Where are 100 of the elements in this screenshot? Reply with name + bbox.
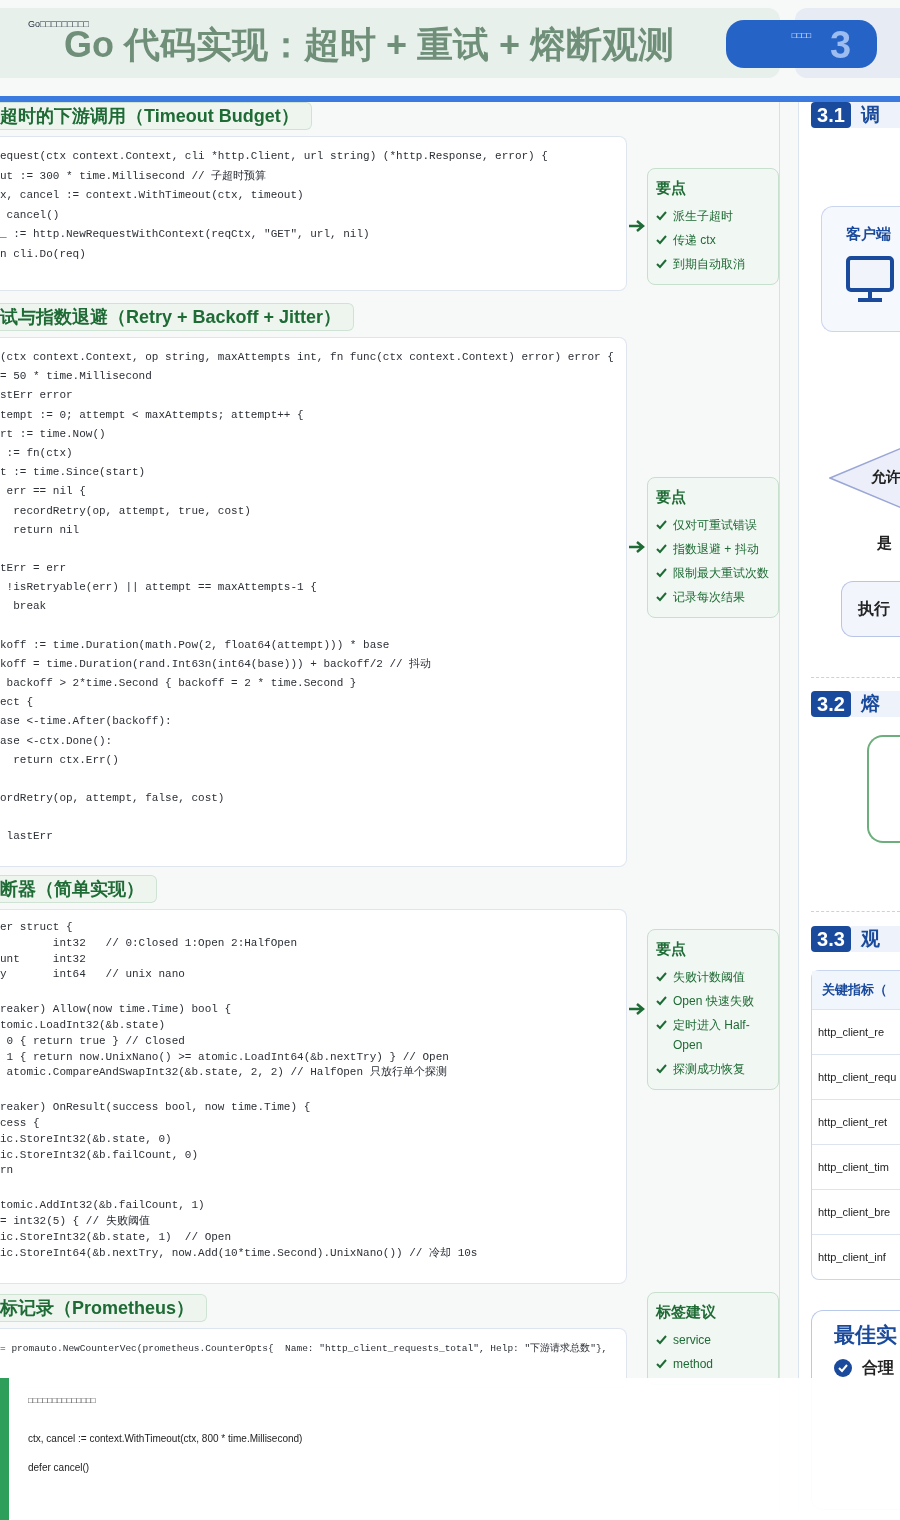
- code-line: err == nil {: [5, 484, 87, 500]
- note-item: 指数退避 + 抖动: [673, 540, 759, 558]
- code-line: reaker) OnResult(success bool, now time.Time) {: [0, 1100, 312, 1116]
- code-line: ic.StoreInt64(&b.nextTry, now.Add(10*time.Second).UnixNano()) // 冷却 10s: [0, 1245, 479, 1261]
- code-line: !isRetryable(err) || attempt == maxAttempts-1 {: [5, 580, 318, 596]
- section-number: 3.3: [811, 925, 851, 952]
- note-item: Open 快速失败: [673, 992, 754, 1010]
- check-icon: [656, 970, 667, 982]
- code-line: = promauto.NewCounterVec(prometheus.CounterOpts{ Name: "http_client_requests_total", Help: "下游请求总数"},: [0, 1342, 609, 1356]
- branch-label: 是: [877, 533, 893, 553]
- metric-name: http_client_requ: [812, 1053, 900, 1099]
- code-line: lastErr: [5, 829, 54, 845]
- check-icon: [656, 590, 667, 602]
- note-item: 到期自动取消: [673, 255, 745, 273]
- code-line: 0 { return true } // Closed: [5, 1033, 186, 1049]
- notes-title: 要点: [656, 487, 687, 507]
- note-item: 失败计数阈值: [673, 968, 745, 986]
- metric-name: http_client_re: [812, 1008, 900, 1054]
- code-line: rn: [0, 1163, 15, 1179]
- table-header: 关键指标（: [812, 970, 900, 1009]
- code-line: ut := 300 * time.Millisecond // 子超时预算: [0, 168, 268, 184]
- arrow-icon: [628, 219, 646, 234]
- code-line: cancel(): [5, 207, 61, 223]
- section-heading: 断器（简单实现）: [0, 875, 157, 903]
- caption-text: Go□□□□□□□□□: [28, 18, 89, 31]
- code-line: tomic.AddInt32(&b.failCount, 1): [0, 1198, 206, 1214]
- code-line: koff := time.Duration(math.Pow(2, float64(attempt))) * base: [0, 637, 391, 653]
- code-line: koff = time.Duration(rand.Int63n(int64(base))) + backoff/2 // 抖动: [0, 656, 433, 672]
- code-line: ic.StoreInt32(&b.state, 0): [0, 1131, 173, 1147]
- note-item: 传递 ctx: [673, 231, 716, 249]
- code-line: = 50 * time.Millisecond: [0, 369, 153, 385]
- code-line: (ctx context.Context, op string, maxAttempts int, fn func(ctx context.Context) error) error {: [0, 350, 615, 365]
- metric-name: http_client_ret: [812, 1098, 900, 1144]
- code-line: equest(ctx context.Context, cli *http.Client, url string) (*http.Response, error) {: [0, 149, 549, 164]
- practice-item: 合理: [862, 1358, 894, 1378]
- check-icon: [656, 257, 667, 269]
- section-number: 3.1: [811, 102, 851, 128]
- metric-name: http_client_tim: [812, 1143, 900, 1189]
- arrow-icon: [628, 1002, 646, 1017]
- section-title: 调: [851, 102, 900, 128]
- code-line: ect {: [0, 695, 34, 711]
- code-line: _ := http.NewRequestWithContext(reqCtx, "GET", url, nil): [0, 227, 371, 242]
- section-number: 3: [830, 23, 852, 68]
- code-line: rt := time.Now(): [0, 426, 107, 442]
- check-icon: [656, 1018, 667, 1030]
- check-icon: [656, 233, 667, 245]
- code-line: return nil: [12, 522, 81, 538]
- section-title: 观: [851, 925, 900, 952]
- notes-title: 标签建议: [656, 1302, 717, 1322]
- code-line: break: [12, 599, 48, 615]
- code-line: 1 { return now.UnixNano() >= atomic.LoadInt64(&b.nextTry) } // Open: [5, 1049, 450, 1065]
- code-line: ordRetry(op, attempt, false, cost): [0, 791, 226, 807]
- code-line: defer cancel(): [28, 1461, 91, 1475]
- overlay-heading: □□□□□□□□□□□□□□: [28, 1395, 97, 1407]
- section-heading: 超时的下游调用（Timeout Budget）: [0, 102, 312, 130]
- note-item: 定时进入 Half-Open: [673, 1016, 751, 1054]
- code-line: reaker) Allow(now time.Time) bool {: [0, 1002, 233, 1018]
- section-title: 熔: [851, 690, 900, 717]
- notes-title: 要点: [656, 939, 687, 959]
- check-icon: [656, 566, 667, 578]
- check-icon: [656, 542, 667, 554]
- check-icon: [656, 518, 667, 530]
- notes-title: 要点: [656, 178, 687, 198]
- metric-name: http_client_inf: [812, 1233, 900, 1279]
- code-line: y int64 // unix nano: [0, 967, 186, 983]
- code-line: x, cancel := context.WithTimeout(ctx, timeout): [0, 188, 305, 203]
- code-line: := fn(ctx): [5, 446, 74, 461]
- code-line: ic.StoreInt32(&b.state, 1) // Open: [0, 1229, 233, 1245]
- section-heading: 试与指数退避（Retry + Backoff + Jitter）: [0, 303, 355, 331]
- note-item: method: [673, 1355, 714, 1373]
- monitor-icon: [846, 255, 896, 304]
- code-line: int32 // 0:Closed 1:Open 2:HalfOpen: [51, 935, 299, 951]
- code-line: atomic.CompareAndSwapInt32(&b.state, 2, 2) // HalfOpen 只放行单个探测: [5, 1065, 448, 1081]
- client-label: 客户端: [846, 224, 892, 244]
- code-line: ic.StoreInt32(&b.failCount, 0): [0, 1147, 200, 1163]
- card-title: 最佳实: [834, 1321, 898, 1348]
- code-line: ase <-ctx.Done():: [0, 733, 114, 749]
- code-line: ctx, cancel := context.WithTimeout(ctx, 800 * time.Millisecond): [28, 1432, 303, 1446]
- process-step: 执行: [841, 580, 900, 637]
- section-number: 3.2: [811, 690, 851, 717]
- note-item: 仅对可重试错误: [673, 516, 757, 534]
- code-line: tomic.LoadInt32(&b.state): [0, 1018, 167, 1033]
- code-line: unt int32: [0, 951, 87, 967]
- note-item: service: [673, 1331, 711, 1349]
- code-line: n cli.Do(req): [0, 246, 87, 262]
- code-line: er struct {: [0, 920, 74, 935]
- decision-label: 允许: [871, 467, 900, 487]
- code-line: backoff > 2*time.Second { backoff = 2 * time.Second }: [5, 676, 358, 692]
- code-line: tempt := 0; attempt < maxAttempts; attempt++ {: [0, 407, 305, 423]
- check-icon: [656, 1062, 667, 1074]
- check-icon: [656, 1333, 667, 1345]
- code-line: stErr error: [0, 388, 74, 404]
- code-line: return ctx.Err(): [12, 752, 120, 768]
- check-icon: [656, 209, 667, 221]
- metric-name: http_client_bre: [812, 1188, 900, 1234]
- code-line: t := time.Since(start): [0, 465, 147, 481]
- code-line: = int32(5) { // 失败阈值: [0, 1213, 151, 1229]
- check-icon: [656, 1357, 667, 1369]
- code-line: ase <-time.After(backoff):: [0, 714, 173, 730]
- note-item: 记录每次结果: [673, 588, 745, 606]
